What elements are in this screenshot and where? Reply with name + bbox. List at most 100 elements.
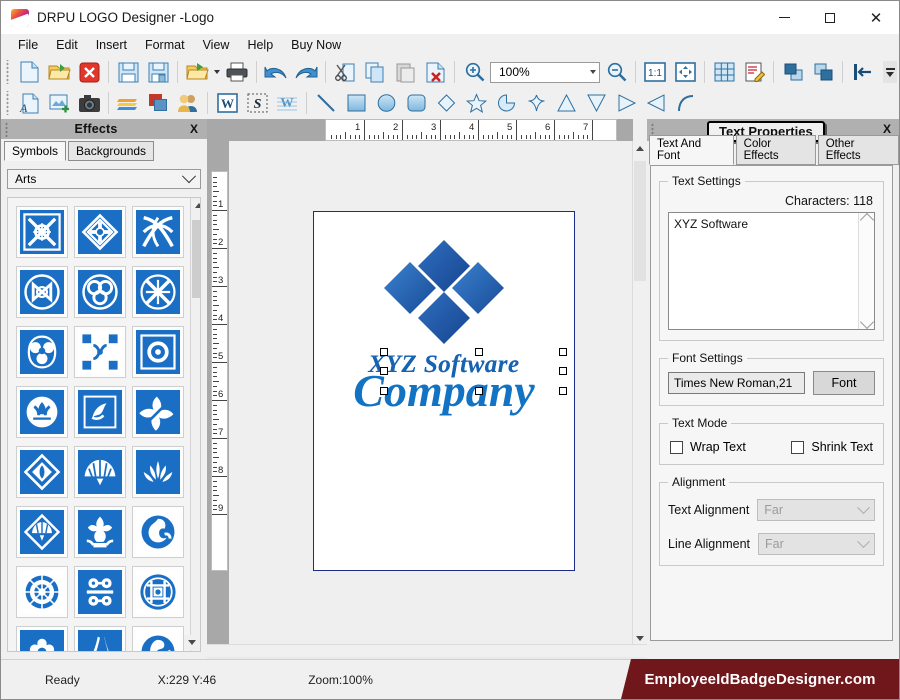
print-icon[interactable] xyxy=(222,58,252,86)
panel-grip[interactable] xyxy=(4,121,11,137)
list-item[interactable] xyxy=(132,446,184,498)
font-button[interactable]: Font xyxy=(813,371,875,395)
line-icon[interactable] xyxy=(311,90,341,116)
font-value-field[interactable]: Times New Roman,21 xyxy=(668,372,805,394)
line-alignment-select[interactable]: Far xyxy=(758,533,875,555)
redo-icon[interactable] xyxy=(291,58,321,86)
symbol-category-select[interactable]: Arts xyxy=(7,169,201,189)
menu-item-help[interactable]: Help xyxy=(238,36,282,54)
tab-color-effects[interactable]: Color Effects xyxy=(735,135,816,165)
four-diamonds-icon[interactable] xyxy=(384,236,504,351)
actual-size-icon[interactable]: 1:1 xyxy=(640,58,670,86)
scroll-down-arrow-icon[interactable] xyxy=(184,635,199,650)
insert-word-art-icon[interactable]: W xyxy=(212,90,242,116)
effects-panel-close-icon[interactable]: X xyxy=(181,122,207,136)
edit-properties-icon[interactable] xyxy=(739,58,769,86)
checkbox-icon[interactable] xyxy=(791,440,805,454)
fit-page-icon[interactable] xyxy=(670,58,700,86)
list-item[interactable] xyxy=(16,626,68,651)
list-item[interactable] xyxy=(16,206,68,258)
triangle-down-icon[interactable] xyxy=(581,90,611,116)
menu-item-buy-now[interactable]: Buy Now xyxy=(282,36,350,54)
list-item[interactable] xyxy=(132,386,184,438)
wrap-text-checkbox[interactable]: Wrap Text xyxy=(670,440,746,454)
layers-icon[interactable] xyxy=(113,90,143,116)
shrink-text-checkbox[interactable]: Shrink Text xyxy=(791,440,873,454)
save-as-icon[interactable] xyxy=(143,58,173,86)
design-page[interactable]: XYZ Software Company xyxy=(313,211,575,571)
ellipse-icon[interactable] xyxy=(371,90,401,116)
list-item[interactable] xyxy=(74,386,126,438)
chevron-down-icon[interactable] xyxy=(590,70,596,74)
scroll-down-arrow-icon[interactable] xyxy=(633,631,647,645)
minimize-icon[interactable] xyxy=(761,1,807,34)
maximize-icon[interactable] xyxy=(807,1,853,34)
paste-icon[interactable] xyxy=(390,58,420,86)
list-item[interactable] xyxy=(16,566,68,618)
logo-text-object[interactable]: XYZ Software Company xyxy=(314,352,574,414)
new-document-icon[interactable] xyxy=(14,58,44,86)
menu-item-file[interactable]: File xyxy=(9,36,47,54)
scroll-down-arrow-icon[interactable] xyxy=(859,314,874,330)
undo-icon[interactable] xyxy=(261,58,291,86)
export-dropdown-caret-icon[interactable] xyxy=(212,59,222,85)
scrollbar-thumb[interactable] xyxy=(192,220,200,298)
pie-icon[interactable] xyxy=(491,90,521,116)
text-alignment-select[interactable]: Far xyxy=(757,499,875,521)
triangle-up-icon[interactable] xyxy=(551,90,581,116)
scroll-up-arrow-icon[interactable] xyxy=(191,198,200,213)
list-item[interactable] xyxy=(16,446,68,498)
cut-icon[interactable] xyxy=(330,58,360,86)
close-icon[interactable]: ✕ xyxy=(853,1,899,34)
tab-symbols[interactable]: Symbols xyxy=(4,141,67,161)
insert-text-icon[interactable]: A xyxy=(14,90,44,116)
list-item[interactable] xyxy=(132,266,184,318)
align-left-icon[interactable] xyxy=(847,58,877,86)
list-item[interactable] xyxy=(132,326,184,378)
list-item[interactable] xyxy=(74,566,126,618)
text-properties-close-icon[interactable]: X xyxy=(883,122,891,136)
list-item[interactable] xyxy=(16,506,68,558)
bring-front-icon[interactable] xyxy=(778,58,808,86)
rounded-rectangle-icon[interactable] xyxy=(401,90,431,116)
list-item[interactable] xyxy=(132,206,184,258)
list-item[interactable] xyxy=(74,446,126,498)
background-icon[interactable] xyxy=(143,90,173,116)
tab-backgrounds[interactable]: Backgrounds xyxy=(68,141,155,161)
toolbar-grip[interactable] xyxy=(4,91,12,115)
contacts-icon[interactable] xyxy=(173,90,203,116)
text-content-value[interactable]: XYZ Software xyxy=(669,213,858,329)
list-item[interactable] xyxy=(74,206,126,258)
capture-photo-icon[interactable] xyxy=(74,90,104,116)
menu-item-format[interactable]: Format xyxy=(136,36,194,54)
zoom-out-icon[interactable] xyxy=(601,58,631,86)
list-item[interactable] xyxy=(74,506,126,558)
triangle-left-icon[interactable] xyxy=(641,90,671,116)
menu-item-insert[interactable]: Insert xyxy=(87,36,136,54)
menu-item-edit[interactable]: Edit xyxy=(47,36,87,54)
text-content-textarea[interactable]: XYZ Software xyxy=(668,212,875,330)
diamond-icon[interactable] xyxy=(431,90,461,116)
save-icon[interactable] xyxy=(113,58,143,86)
triangle-right-icon[interactable] xyxy=(611,90,641,116)
menu-item-view[interactable]: View xyxy=(194,36,239,54)
list-item[interactable] xyxy=(132,566,184,618)
canvas-viewport[interactable]: XYZ Software Company xyxy=(229,141,633,645)
insert-image-icon[interactable] xyxy=(44,90,74,116)
toolbar-grip[interactable] xyxy=(4,60,12,84)
export-icon[interactable] xyxy=(182,58,212,86)
watermark-icon[interactable]: W xyxy=(272,90,302,116)
list-item[interactable] xyxy=(16,386,68,438)
zoom-in-icon[interactable] xyxy=(459,58,489,86)
list-item[interactable] xyxy=(74,326,126,378)
checkbox-icon[interactable] xyxy=(670,440,683,454)
scroll-up-arrow-icon[interactable] xyxy=(859,212,874,228)
zoom-level-combo[interactable]: 100% xyxy=(490,61,600,83)
grid-icon[interactable] xyxy=(709,58,739,86)
toolbar-overflow-button[interactable] xyxy=(883,61,897,83)
textarea-scrollbar[interactable] xyxy=(858,212,874,330)
tab-other-effects[interactable]: Other Effects xyxy=(817,135,899,165)
send-back-icon[interactable] xyxy=(808,58,838,86)
star-icon[interactable] xyxy=(461,90,491,116)
open-folder-icon[interactable] xyxy=(44,58,74,86)
